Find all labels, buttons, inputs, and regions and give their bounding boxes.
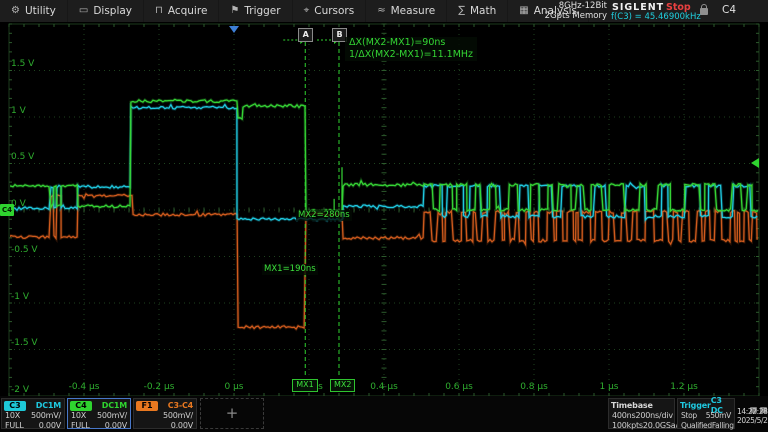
display-icon: ▭ — [79, 0, 88, 22]
trigger-slope: Falling — [712, 421, 734, 431]
timebase-box[interactable]: Timebase 400ns200ns/div 100kpts20.0GSa/s — [608, 398, 675, 429]
menu-display[interactable]: ▭Display — [68, 0, 144, 22]
menu-measure-label: Measure — [391, 0, 436, 22]
c3-coupling: DC1M — [36, 401, 61, 411]
gear-icon: ⚙ — [11, 0, 20, 22]
status-bar: C3 DC1M 10X 500mV/ FULL 0.00V C4 DC1M 10X 500… — [0, 396, 768, 432]
c3-offset: 0.00V — [39, 421, 61, 431]
channel-chip-c3[interactable]: C3 — [4, 401, 26, 411]
active-channel-label[interactable]: C4 — [722, 4, 736, 16]
trigger-type: Qualified — [681, 421, 712, 431]
memory-label: 2Gpts Memory — [545, 12, 607, 22]
cursor-readout-panel[interactable]: ΔX(MX2-MX1)=90ns 1/ΔX(MX2-MX1)=11.1MHz — [345, 37, 477, 61]
menu-math-label: Math — [470, 0, 496, 22]
menu-measure[interactable]: ≈ Measure — [366, 0, 447, 22]
x-axis-label: 0.8 µs — [512, 382, 556, 392]
c4-offset: 0.00V — [105, 421, 127, 431]
timebase-title: Timebase — [611, 401, 653, 411]
plus-icon: + — [226, 404, 239, 422]
y-axis-label: -1 V — [11, 292, 29, 302]
f1-scale: 500mV/ — [163, 411, 193, 421]
channel-box-f1[interactable]: F1 C3-C4 500mV/ 0.00V — [133, 398, 197, 429]
cursor-inverse-delta-x: 1/ΔX(MX2-MX1)=11.1MHz — [349, 49, 473, 61]
cursor-icon: ⌖ — [304, 0, 310, 22]
menu-utility-label: Utility — [25, 0, 56, 22]
y-axis-label: -0.5 V — [11, 245, 38, 255]
clock-date: 2025/5/21 — [737, 416, 767, 425]
f1-source: C3-C4 — [168, 401, 193, 411]
cursor-mx1-label[interactable]: MX1 — [292, 379, 317, 392]
menu-utility[interactable]: ⚙Utility — [0, 0, 68, 22]
c4-probe: 10X — [71, 411, 86, 421]
menu-cursors[interactable]: ⌖Cursors — [293, 0, 367, 22]
x-axis-label: 0.6 µs — [437, 382, 481, 392]
c3-probe: 10X — [5, 411, 20, 421]
y-axis-label: 1.5 V — [11, 59, 34, 69]
trigger-level: 550mV — [706, 411, 731, 421]
x-axis-label: -0.4 µs — [62, 382, 106, 392]
x-axis-label: 0.4 µs — [362, 382, 406, 392]
cursor-delta-x: ΔX(MX2-MX1)=90ns — [349, 37, 473, 49]
channel-chip-c4[interactable]: C4 — [70, 401, 92, 411]
f1-offset: 0.00V — [171, 421, 193, 431]
timebase-scale: 200ns/div — [636, 411, 673, 421]
channel-offset-marker-c4[interactable]: C4 — [0, 204, 14, 216]
add-channel-box[interactable]: + — [200, 398, 264, 429]
math-icon: ∑ — [458, 0, 465, 22]
x-axis-label: 0 µs — [212, 382, 256, 392]
clock-time: 14:22:28 — [737, 407, 767, 416]
trigger-state: Stop — [681, 411, 697, 421]
menu-acquire-label: Acquire — [168, 0, 208, 22]
timebase-delay: 400ns — [612, 411, 636, 421]
c4-scale: 500mV/ — [97, 411, 127, 421]
menu-math[interactable]: ∑Math — [447, 0, 508, 22]
datetime-box: 14:22:28 2025/5/21 — [737, 398, 767, 429]
x-axis-label: 1.2 µs — [662, 382, 706, 392]
frequency-counter: f(C3) = 45.46900kHz — [611, 12, 701, 22]
oscilloscope-screen: ⚙Utility ▭Display ⊓Acquire ⚑Trigger ⌖Cur… — [0, 0, 768, 432]
menu-trigger-label: Trigger — [244, 0, 280, 22]
y-axis-label: -2 V — [11, 385, 29, 395]
trigger-delay-marker-icon[interactable] — [229, 26, 239, 33]
cursor-mx2-label[interactable]: MX2 — [330, 379, 355, 392]
menu-display-label: Display — [93, 0, 132, 22]
lock-icon[interactable] — [700, 8, 708, 15]
y-axis-label: 0.5 V — [11, 152, 34, 162]
menu-trigger[interactable]: ⚑Trigger — [219, 0, 292, 22]
channel-box-c3[interactable]: C3 DC1M 10X 500mV/ FULL 0.00V — [1, 398, 65, 429]
measure-icon: ≈ — [377, 0, 385, 22]
channel-chip-f1[interactable]: F1 — [136, 401, 158, 411]
y-axis-label: -1.5 V — [11, 338, 38, 348]
trigger-box[interactable]: TriggerC3 DC Stop550mV QualifiedFalling — [677, 398, 735, 429]
c4-bandwidth: FULL — [71, 421, 90, 431]
c3-scale: 500mV/ — [31, 411, 61, 421]
cursor-a-handle[interactable]: A — [298, 28, 313, 42]
hardware-info: 8GHz-12Bit 2Gpts Memory — [545, 2, 607, 21]
menu-acquire[interactable]: ⊓Acquire — [144, 0, 219, 22]
c4-coupling: DC1M — [102, 401, 127, 411]
analysis-icon: ▦ — [519, 0, 528, 22]
c3-bandwidth: FULL — [5, 421, 24, 431]
channel-box-c4[interactable]: C4 DC1M 10X 500mV/ FULL 0.00V — [67, 398, 131, 429]
x-axis-label: -0.2 µs — [137, 382, 181, 392]
x-axis-label: 1 µs — [587, 382, 631, 392]
mx1-value-annotation: MX1=190ns — [262, 264, 318, 275]
y-axis-label: 1 V — [11, 106, 26, 116]
menu-cursors-label: Cursors — [314, 0, 354, 22]
timebase-points: 100kpts — [612, 421, 643, 431]
mx2-value-annotation: MX2=280ns — [296, 210, 352, 221]
trigger-title: Trigger — [680, 401, 711, 411]
acquire-icon: ⊓ — [155, 0, 163, 22]
menu-bar: ⚙Utility ▭Display ⊓Acquire ⚑Trigger ⌖Cur… — [0, 0, 768, 22]
trigger-level-marker-icon[interactable] — [751, 158, 759, 168]
flag-icon: ⚑ — [230, 0, 239, 22]
